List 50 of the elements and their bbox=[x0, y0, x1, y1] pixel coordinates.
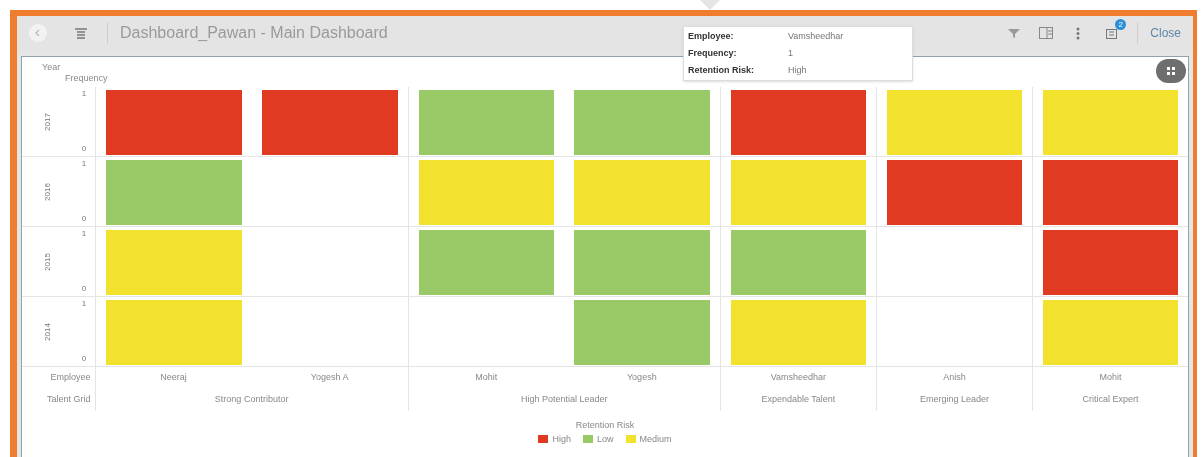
employee-label: Yogesh bbox=[626, 371, 657, 385]
close-button[interactable]: Close bbox=[1150, 24, 1185, 42]
expand-button[interactable] bbox=[1156, 59, 1186, 83]
legend-title: Retention Risk bbox=[575, 419, 635, 432]
tick-label: 0 bbox=[81, 143, 87, 155]
tick-label: 0 bbox=[81, 353, 87, 365]
filter-icon bbox=[1008, 28, 1021, 38]
tick-label: 1 bbox=[81, 88, 87, 100]
tick-label: 0 bbox=[81, 283, 87, 295]
group-label: Strong Contributor bbox=[214, 393, 289, 407]
layout-button[interactable]: 2 bbox=[1099, 21, 1126, 45]
tooltip-value: 1 bbox=[788, 47, 793, 60]
employee-label: Neeraj bbox=[160, 371, 187, 385]
tooltip-value: High bbox=[788, 64, 807, 77]
employee-label: Vamsheedhar bbox=[770, 371, 827, 385]
layout-icon bbox=[1105, 27, 1119, 39]
group-label: Critical Expert bbox=[1082, 393, 1139, 407]
tooltip-value: Vamsheedhar bbox=[788, 30, 844, 43]
employee-label: Mohit bbox=[475, 371, 498, 385]
legend-label: Medium bbox=[639, 432, 672, 446]
legend-label: High bbox=[552, 432, 571, 446]
legend-label: Low bbox=[597, 432, 614, 446]
year-label: 2015 bbox=[41, 252, 53, 271]
tooltip-label: Retention Risk: bbox=[688, 64, 755, 77]
tick-label: 1 bbox=[81, 158, 87, 170]
tooltip-label: Employee: bbox=[688, 30, 735, 43]
year-label: 2014 bbox=[41, 322, 53, 341]
group-label: Expendable Talent bbox=[761, 393, 836, 407]
dashboard-title: Dashboard_Pawan - Main Dashboard bbox=[120, 23, 388, 43]
more-icon bbox=[1076, 26, 1081, 40]
menu-icon bbox=[75, 27, 87, 39]
employee-axis-title: Employee bbox=[50, 371, 91, 385]
notification-badge: 2 bbox=[1115, 19, 1127, 30]
group-axis-title: Talent Grid bbox=[47, 393, 91, 407]
employee-label: Yogesh A bbox=[310, 371, 349, 385]
employee-label: Mohit bbox=[1099, 371, 1122, 385]
back-icon bbox=[34, 29, 42, 37]
tick-label: 1 bbox=[81, 228, 87, 240]
tooltip-label: Frequency: bbox=[688, 47, 738, 60]
group-label: High Potential Leader bbox=[520, 393, 608, 407]
panel-icon bbox=[1039, 27, 1054, 39]
grid-icon bbox=[1167, 67, 1175, 75]
group-label: Emerging Leader bbox=[919, 393, 989, 407]
tick-label: 1 bbox=[81, 298, 87, 310]
value-axis-title: Frequency bbox=[65, 73, 108, 83]
year-label: 2017 bbox=[41, 112, 53, 131]
row-axis-title: Year bbox=[42, 62, 61, 72]
year-label: 2016 bbox=[41, 182, 53, 201]
employee-label: Anish bbox=[943, 371, 966, 385]
tick-label: 0 bbox=[81, 213, 87, 225]
